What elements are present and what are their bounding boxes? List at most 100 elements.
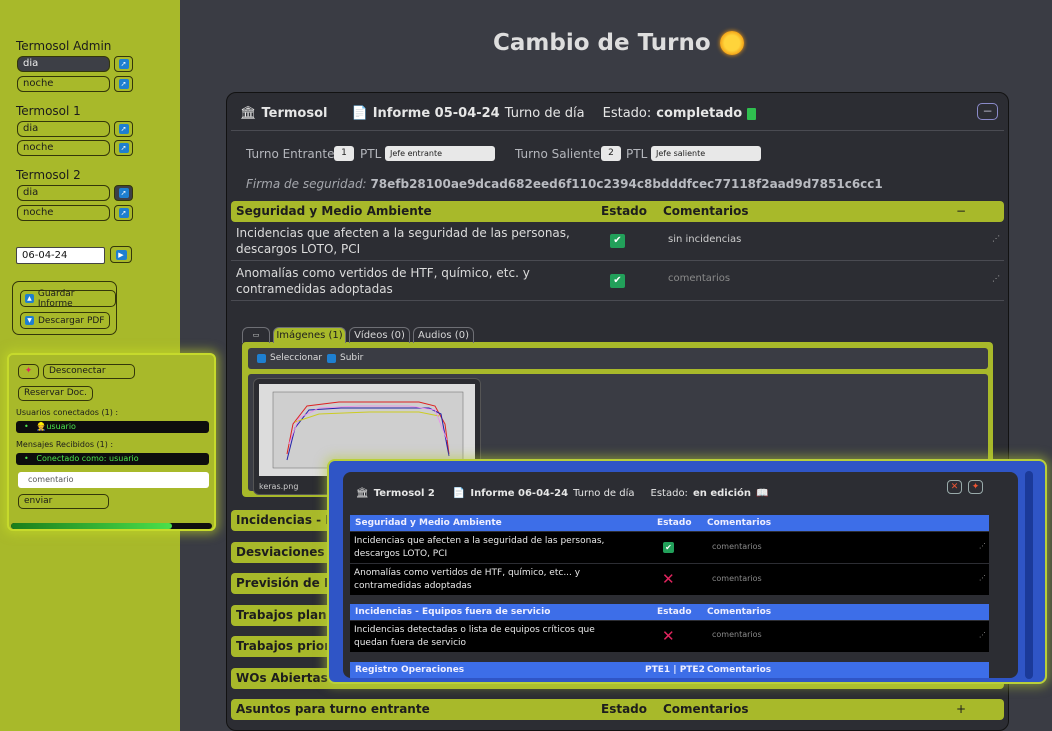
report-header: 🏛 Termosol 📄 Informe 05-04-24 Turno de d… (240, 106, 757, 121)
tab-videos[interactable]: Vídeos (0) (349, 327, 410, 343)
play-icon: ▶ (115, 249, 127, 260)
tab-audios[interactable]: Audios (0) (413, 327, 474, 343)
save-report-button[interactable]: ▲ Guardar Informe (20, 289, 116, 309)
state-value: completado (656, 106, 743, 121)
section-incoming-header[interactable]: Asuntos para turno entrante Estado Comen… (231, 699, 1004, 720)
float-row: Incidencias detectadas o lista de equipo… (350, 621, 989, 652)
collapse-icon[interactable]: − (956, 204, 966, 218)
ptl-label: PTL (626, 147, 648, 161)
divider (231, 130, 1004, 131)
actions-box: ▲ Guardar Informe ▼ Descargar PDF (12, 281, 117, 335)
check-icon[interactable]: ✔ (663, 542, 674, 553)
float-row-comment[interactable]: comentarios (712, 574, 762, 583)
resize-handle-icon[interactable]: ⋰ (992, 274, 1000, 283)
float-section-safety-header[interactable]: Seguridad y Medio Ambiente Estado Coment… (350, 515, 989, 531)
safety-row-1-comment[interactable]: sin incidencias (668, 234, 741, 245)
report-title: Informe 05-04-24 (372, 106, 500, 121)
tab-media-all[interactable]: ▭ (242, 327, 270, 343)
page-title: Cambio de Turno (493, 30, 744, 56)
outgoing-chief-input[interactable]: Jefe saliente (651, 146, 761, 161)
pin-icon[interactable]: ➚ (114, 56, 133, 72)
float-section-operations-header[interactable]: Registro Operaciones PTE1 | PTE2 Comenta… (350, 662, 989, 678)
comment-input[interactable]: comentario (18, 472, 209, 488)
float-row-comment[interactable]: comentarios (712, 542, 762, 551)
shift-noche-termosol-admin[interactable]: noche (17, 76, 110, 92)
book-icon: 📖 (756, 488, 769, 499)
floating-report-header: 🏛 Termosol 2 📄 Informe 06-04-24 Turno de… (356, 488, 769, 499)
floating-report-window[interactable]: 🏛 Termosol 2 📄 Informe 06-04-24 Turno de… (327, 459, 1047, 684)
shift-dia-termosol-2[interactable]: dia (17, 185, 110, 201)
group-title-termosol-2: Termosol 2 (16, 168, 81, 182)
section-safety-header[interactable]: Seguridad y Medio Ambiente Estado Coment… (231, 201, 1004, 222)
resize-handle-icon[interactable]: ⋰ (979, 631, 986, 639)
download-icon: ▼ (25, 316, 34, 325)
pin-icon[interactable]: ➚ (114, 140, 133, 156)
close-icon[interactable]: ✕ (947, 480, 962, 494)
swap-icon (257, 353, 266, 363)
pin-icon[interactable]: ✦ (18, 364, 39, 379)
float-section-incidents-header[interactable]: Incidencias - Equipos fuera de servicio … (350, 604, 989, 620)
cross-icon[interactable]: ✕ (662, 572, 675, 587)
shift-label: Turno de día (504, 106, 585, 121)
pin-icon[interactable]: ➚ (114, 121, 133, 137)
shift-dia-termosol-1[interactable]: dia (17, 121, 110, 137)
shift-label: Turno de día (573, 488, 635, 499)
resize-handle-icon[interactable]: ⋰ (979, 542, 986, 550)
reserve-doc-button[interactable]: Reservar Doc. (18, 386, 93, 401)
float-row-text: Incidencias que afecten a la seguridad d… (354, 536, 605, 559)
check-icon[interactable]: ✔ (610, 274, 625, 288)
media-toolbar: Seleccionar Subir (248, 348, 988, 369)
upload-button[interactable]: Subir (327, 353, 363, 363)
float-row-comment[interactable]: comentarios (712, 630, 762, 639)
safety-row-1-text: Incidencias que afecten a la seguridad d… (236, 226, 570, 256)
progress-bar (11, 523, 212, 529)
incoming-number[interactable]: 1 (334, 146, 354, 161)
divider (231, 260, 1004, 261)
state-label: Estado: (602, 106, 652, 121)
cross-icon[interactable]: ✕ (662, 629, 675, 644)
scrollbar[interactable] (1025, 471, 1033, 679)
float-row: Incidencias que afecten a la seguridad d… (350, 532, 989, 563)
expand-icon[interactable]: + (956, 702, 966, 716)
image-file-name: keras.png (259, 482, 299, 491)
sun-icon (719, 31, 744, 55)
group-title-termosol-admin: Termosol Admin (16, 39, 112, 53)
incoming-label: Turno Entrante (246, 147, 335, 161)
floating-report-content: 🏛 Termosol 2 📄 Informe 06-04-24 Turno de… (343, 472, 1018, 678)
date-go-button[interactable]: ▶ (110, 246, 132, 263)
state-value: en edición (692, 488, 752, 499)
safety-row-2-comment[interactable]: comentarios (668, 273, 730, 284)
float-row-text: Anomalías como vertidos de HTF, químico,… (354, 568, 581, 591)
plant-name: Termosol 2 (373, 488, 435, 499)
disconnect-button[interactable]: Desconectar (43, 364, 135, 379)
pin-icon[interactable]: ➚ (114, 76, 133, 92)
send-button[interactable]: enviar (18, 494, 109, 509)
shift-dia-termosol-admin[interactable]: dia (17, 56, 110, 72)
user-icon: 👷 (36, 422, 47, 431)
pin-icon[interactable]: ✦ (968, 480, 983, 494)
shift-noche-termosol-1[interactable]: noche (17, 140, 110, 156)
float-row: Anomalías como vertidos de HTF, químico,… (350, 564, 989, 595)
incoming-chief-input[interactable]: Jefe entrante (385, 146, 495, 161)
collapse-button[interactable]: − (977, 103, 998, 120)
download-pdf-button[interactable]: ▼ Descargar PDF (20, 312, 110, 329)
ptl-label: PTL (360, 147, 382, 161)
security-signature: Firma de seguridad: 78efb28100ae9dcad682… (246, 177, 883, 191)
book-icon (747, 107, 757, 120)
divider (231, 300, 1004, 301)
pin-icon[interactable]: ➚ (114, 205, 133, 221)
resize-handle-icon[interactable]: ⋰ (979, 574, 986, 582)
connected-users-label: Usuarios conectados (1) : (16, 408, 119, 417)
messages-list: • Conectado como: usuario (16, 453, 209, 465)
chat-panel: ✦ Desconectar Reservar Doc. Usuarios con… (7, 353, 216, 531)
resize-handle-icon[interactable]: ⋰ (992, 234, 1000, 243)
check-icon[interactable]: ✔ (610, 234, 625, 248)
float-row-text: Incidencias detectadas o lista de equipo… (354, 625, 595, 648)
state-label: Estado: (650, 488, 688, 499)
shift-noche-termosol-2[interactable]: noche (17, 205, 110, 221)
select-button[interactable]: Seleccionar (257, 353, 322, 363)
date-input[interactable]: 06-04-24 (16, 247, 105, 264)
pin-icon[interactable]: ➚ (114, 185, 133, 201)
tab-images[interactable]: Imágenes (1) (273, 327, 346, 343)
outgoing-number[interactable]: 2 (601, 146, 621, 161)
